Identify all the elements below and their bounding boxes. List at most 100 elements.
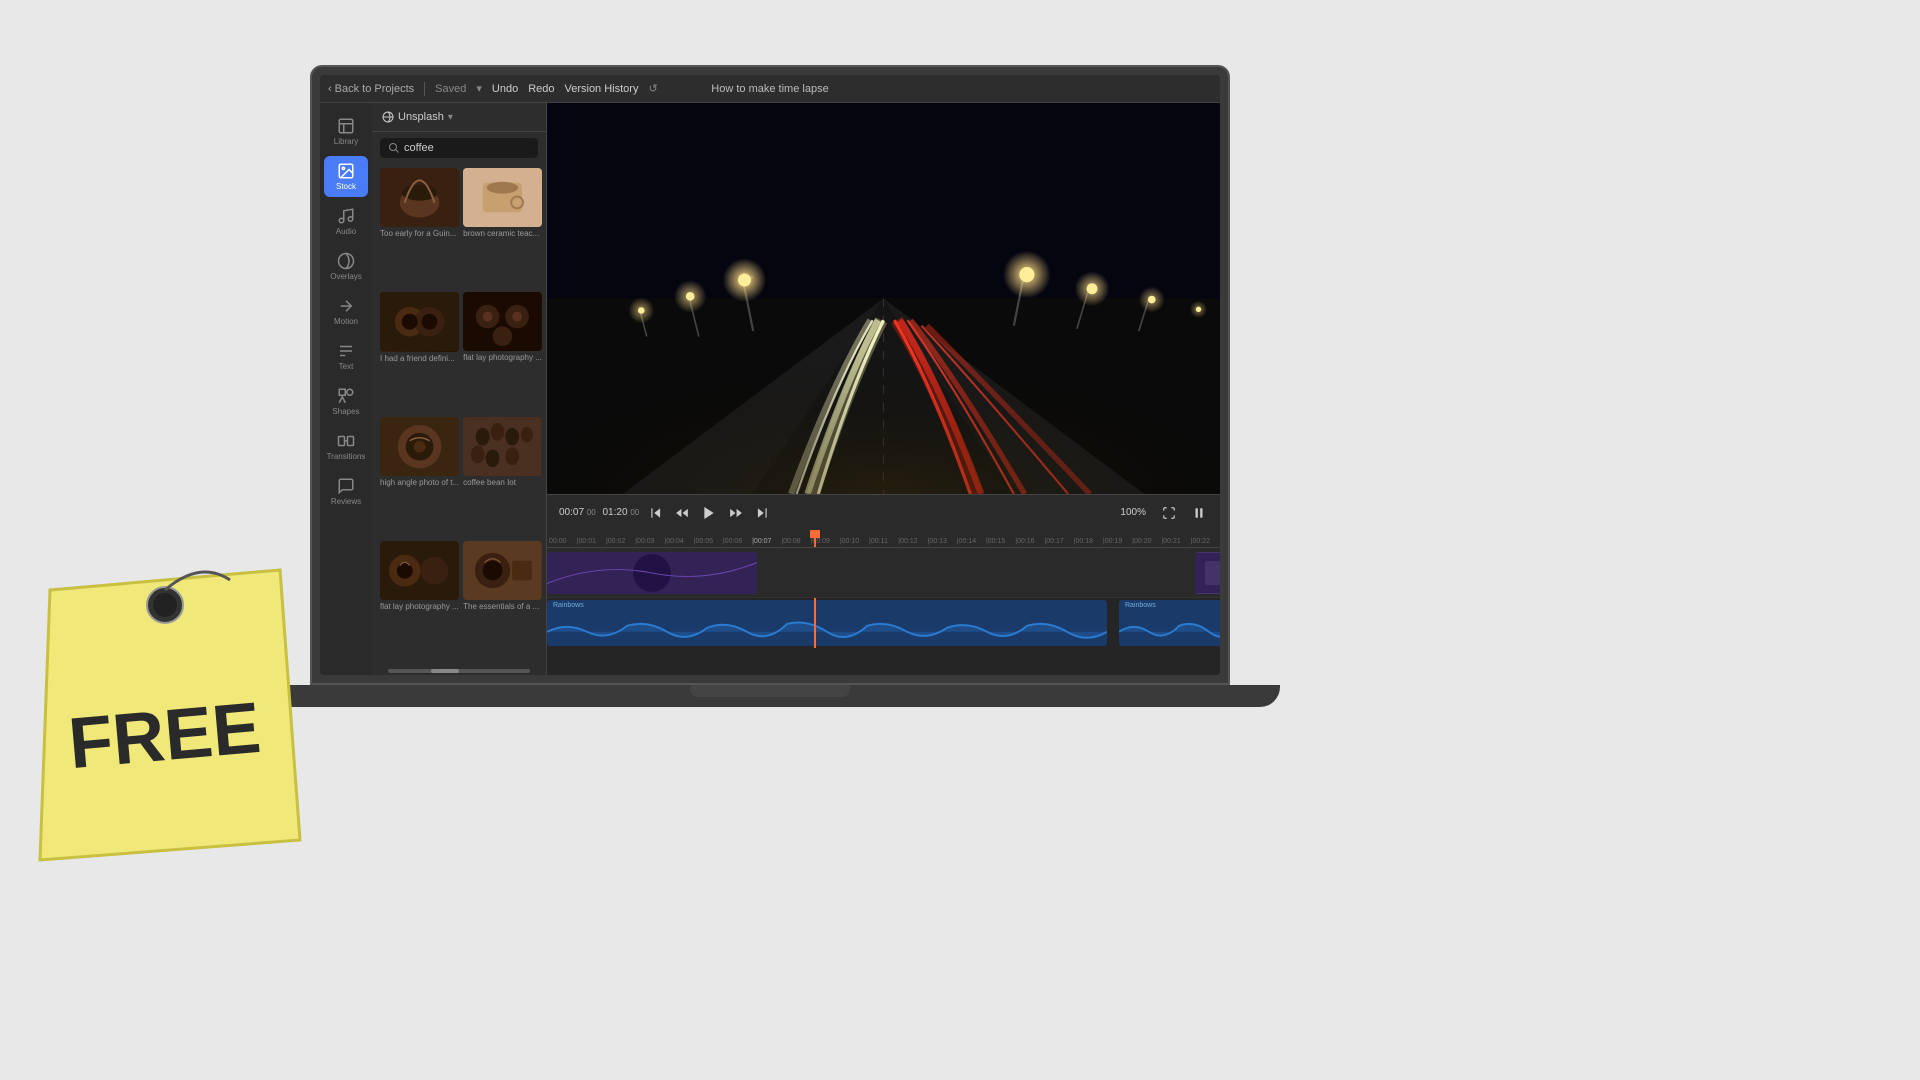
sidebar-item-audio[interactable]: Audio [324,201,368,242]
scrollbar[interactable] [380,667,538,673]
playhead-head [810,530,820,538]
ruler-mark: |00:10 [840,538,869,545]
ruler-mark: |00:11 [869,538,898,545]
track-playhead [814,598,816,648]
list-item[interactable]: The essentials of a ... [463,541,542,661]
play-button[interactable] [699,503,719,523]
thumb-image-2 [463,168,542,227]
media-label-5: high angle photo of t... [380,478,459,488]
ruler-mark: |00:17 [1044,538,1073,545]
media-label-8: The essentials of a ... [463,602,542,612]
waveform-2 [1119,618,1220,646]
sidebar-item-motion[interactable]: Motion [324,291,368,332]
source-selector[interactable]: Unsplash ▾ [372,103,546,132]
player-controls: 00:07 00 01:20 00 [547,494,1220,530]
transitions-label: Transitions [327,452,366,461]
sidebar-item-transitions[interactable]: Transitions [324,426,368,467]
skip-start-button[interactable] [647,504,665,522]
sidebar-item-overlays[interactable]: Overlays [324,246,368,287]
ruler-mark: |00:02 [606,538,635,545]
scrollbar-handle [388,669,530,673]
redo-label[interactable]: Redo [528,83,554,95]
screen: ‹ Back to Projects Saved ▾ Undo Redo Ver… [320,75,1220,675]
list-item[interactable]: high angle photo of t... [380,417,459,537]
sidebar-item-reviews[interactable]: Reviews [324,471,368,512]
sidebar-item-shapes[interactable]: Shapes [324,381,368,422]
ruler-mark: |00:22 [1191,538,1220,545]
preview-area: 00:07 00 01:20 00 [547,103,1220,675]
video-track [547,548,1220,598]
sidebar-item-stock[interactable]: Stock [324,156,368,197]
rewind-button[interactable] [673,504,691,522]
video-preview [547,103,1220,494]
thumb-image-3 [380,292,459,351]
video-frame [547,103,1220,494]
media-thumb-4 [463,292,542,351]
audio-clip-label-2: Rainbows [1125,602,1156,609]
clip-thumbnail [547,552,757,594]
free-tag: FREE [20,560,310,890]
project-title: How to make time lapse [711,83,828,95]
audio-clip-label-1: Rainbows [553,602,584,609]
search-icon [388,142,400,154]
media-thumb-1 [380,168,459,227]
video-clip[interactable] [547,552,757,594]
stock-label: Stock [336,182,356,191]
timeline-tracks: Rainbows Rainbows [547,548,1220,675]
video-clip[interactable] [1195,552,1220,594]
total-time: 01:20 [603,507,628,518]
audio-clip-1[interactable]: Rainbows [547,600,1107,646]
list-item[interactable]: flat lay photography ... [463,292,542,412]
list-item[interactable]: Too early for a Guin... [380,168,459,288]
source-icon [382,111,394,123]
fullscreen-button[interactable] [1160,504,1178,522]
fast-forward-button[interactable] [727,504,745,522]
back-button[interactable]: ‹ Back to Projects [328,83,414,95]
media-label-4: flat lay photography ... [463,353,542,363]
media-panel: Unsplash ▾ [372,103,547,675]
version-history-label[interactable]: Version History [564,83,638,95]
list-item[interactable]: coffee bean Iot [463,417,542,537]
media-thumb-5 [380,417,459,476]
list-item[interactable]: brown ceramic teac... [463,168,542,288]
media-thumb-8 [463,541,542,600]
list-item[interactable]: I had a friend defini... [380,292,459,412]
ruler-mark: |00:19 [1103,538,1132,545]
separator [424,82,425,96]
ruler-mark: |00:05 [694,538,723,545]
sidebar-item-text[interactable]: Text [324,336,368,377]
media-label-3: I had a friend defini... [380,354,459,364]
ruler-mark: |00:01 [577,538,606,545]
editor-area: Library Stock Audio Overlays Motion [320,103,1220,675]
ruler-mark: |00:04 [664,538,693,545]
library-label: Library [334,137,358,146]
sidebar-item-library[interactable]: Library [324,111,368,152]
ruler-mark: 00:00 [547,538,577,545]
laptop-shell: ‹ Back to Projects Saved ▾ Undo Redo Ver… [310,65,1230,685]
ruler-mark: |00:08 [781,538,810,545]
undo-label[interactable]: Undo [492,83,518,95]
back-arrow-icon: ‹ [328,83,332,95]
overlays-label: Overlays [330,272,362,281]
thumb-image-5 [380,417,459,476]
clip-thumbnail-2 [1195,552,1220,594]
media-thumb-2 [463,168,542,227]
timeline-playhead[interactable] [814,530,816,547]
ruler-mark: |00:21 [1161,538,1190,545]
pause-overlay-button[interactable] [1190,504,1208,522]
skip-end-button[interactable] [753,504,771,522]
source-dropdown-icon[interactable]: ▾ [448,112,453,123]
list-item[interactable]: flat lay photography ... [380,541,459,661]
scrollbar-thumb [431,669,459,673]
menu-bar: ‹ Back to Projects Saved ▾ Undo Redo Ver… [320,75,1220,103]
saved-dropdown-icon[interactable]: ▾ [476,82,482,95]
back-label[interactable]: Back to Projects [335,83,414,95]
ruler-mark: |00:20 [1132,538,1161,545]
ruler-mark: |00:15 [986,538,1015,545]
current-time-display: 00:07 00 01:20 00 [559,507,639,518]
search-input[interactable] [404,142,530,154]
version-history-icon: ↺ [648,82,657,95]
reviews-label: Reviews [331,497,361,506]
svg-text:FREE: FREE [66,688,264,784]
audio-clip-2[interactable]: Rainbows [1119,600,1220,646]
